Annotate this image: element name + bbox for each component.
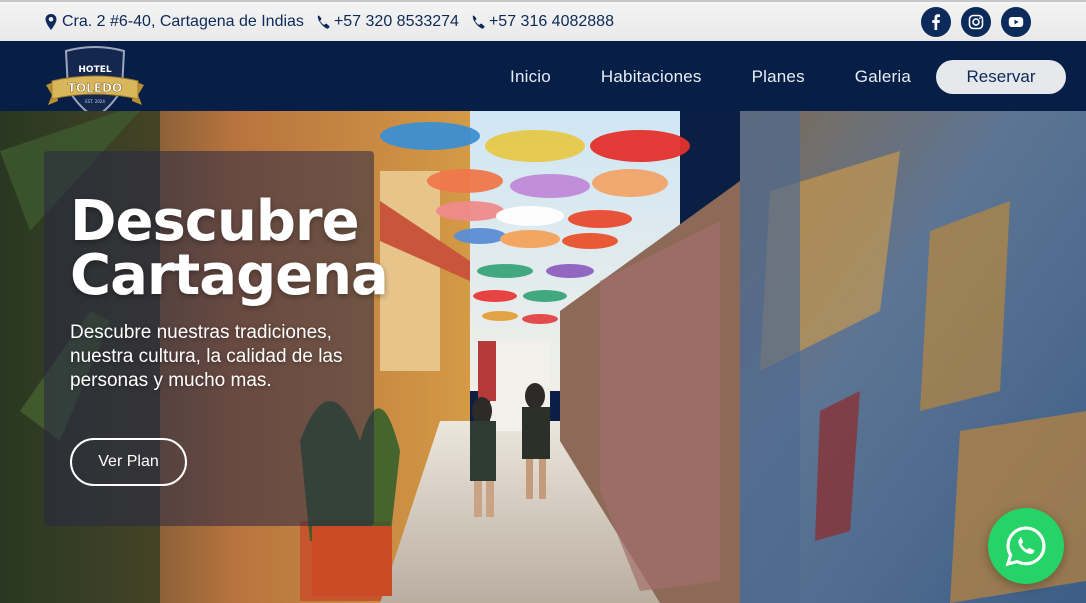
nav-item-planes[interactable]: Planes	[752, 67, 805, 87]
hero-section: Descubre Cartagena Descubre nuestras tra…	[0, 111, 1086, 603]
main-navbar: HOTEL TOLEDO EST. 2024 Inicio Habitacion…	[0, 41, 1086, 119]
youtube-icon[interactable]	[1001, 6, 1031, 37]
facebook-icon[interactable]	[921, 6, 951, 37]
logo-name-text: TOLEDO	[68, 81, 122, 95]
phone-icon	[471, 14, 485, 30]
hero-title-line-1: Descubre	[70, 189, 360, 254]
map-marker-icon	[44, 13, 58, 30]
ver-plan-button[interactable]: Ver Plan	[70, 438, 187, 486]
phone-2-text[interactable]: +57 316 4082888	[489, 13, 614, 31]
address-text: Cra. 2 #6-40, Cartagena de Indias	[62, 12, 304, 30]
hero-title: Descubre Cartagena	[70, 189, 410, 308]
nav-menu: Inicio Habitaciones Planes Galeria Reser…	[510, 60, 1066, 94]
hero-subtitle: Descubre nuestras tradiciones, nuestra c…	[70, 322, 343, 391]
nav-item-habitaciones[interactable]: Habitaciones	[601, 67, 702, 87]
phone-1-text[interactable]: +57 320 8533274	[334, 13, 459, 31]
reservar-button[interactable]: Reservar	[936, 60, 1066, 94]
contact-info: Cra. 2 #6-40, Cartagena de Indias +57 32…	[44, 13, 614, 31]
contact-bar: Cra. 2 #6-40, Cartagena de Indias +57 32…	[0, 0, 1086, 41]
nav-item-inicio[interactable]: Inicio	[510, 67, 551, 87]
nav-item-galeria[interactable]: Galeria	[855, 67, 911, 87]
hero-title-line-2: Cartagena	[70, 243, 389, 308]
logo-est-text: EST. 2024	[85, 99, 105, 104]
hotel-logo[interactable]: HOTEL TOLEDO EST. 2024	[44, 45, 146, 121]
social-links	[921, 6, 1031, 37]
instagram-icon[interactable]	[961, 6, 991, 37]
logo-hotel-text: HOTEL	[78, 65, 111, 75]
whatsapp-icon[interactable]	[988, 508, 1064, 584]
phone-icon	[316, 14, 330, 30]
